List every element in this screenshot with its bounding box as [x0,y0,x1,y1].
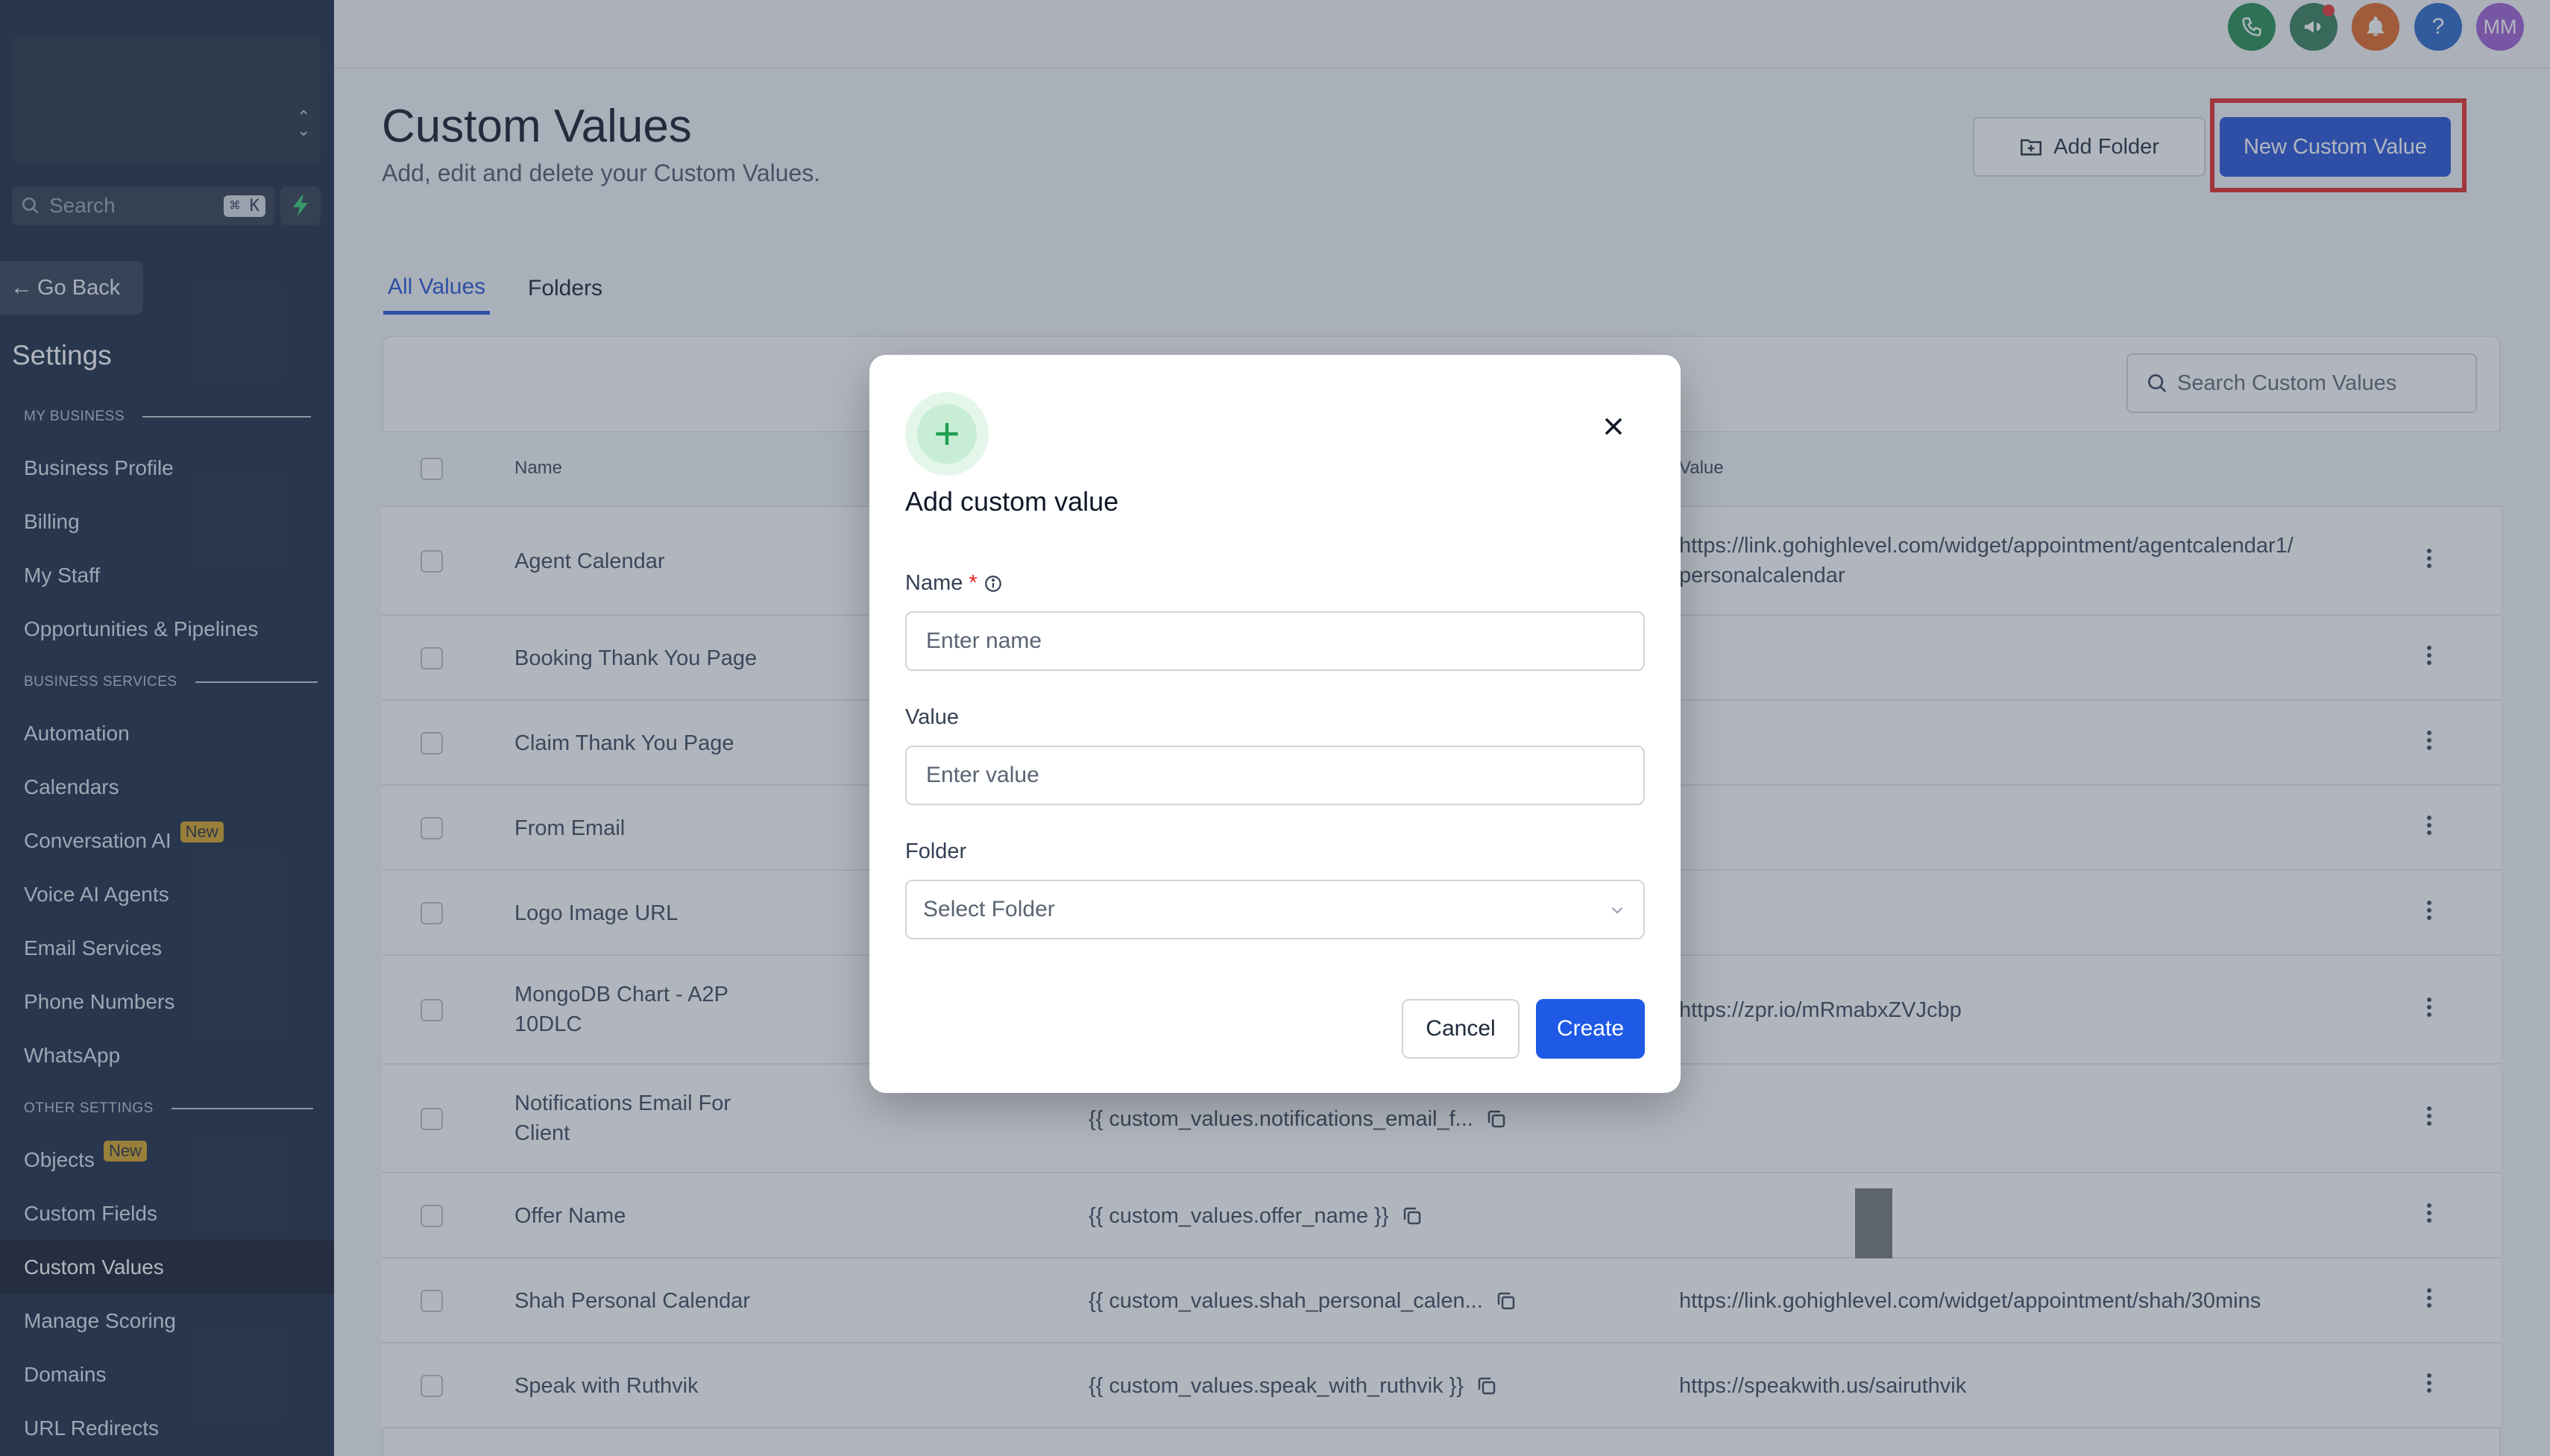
close-button[interactable] [1597,410,1630,443]
cancel-button[interactable]: Cancel [1402,999,1520,1059]
name-label-text: Name [905,571,963,595]
plus-icon-circle [917,404,977,464]
name-input-placeholder: Enter name [926,628,1042,653]
create-button[interactable]: Create [1536,999,1645,1059]
create-label: Create [1556,1016,1625,1041]
value-input[interactable]: Enter value [905,746,1645,805]
folder-label-text: Folder [905,839,967,863]
folder-select-placeholder: Select Folder [923,897,1055,921]
name-field-label: Name * [905,571,1003,596]
name-input[interactable]: Enter name [905,611,1645,671]
required-mark: * [969,571,978,595]
cancel-label: Cancel [1426,1016,1496,1041]
folder-select[interactable]: Select Folder [905,880,1645,939]
add-custom-value-modal: Add custom value Name * Enter name Value… [869,355,1681,1093]
modal-header-icon [905,392,989,476]
folder-field-label: Folder [905,839,966,864]
chevron-down-icon [1611,907,1623,914]
close-icon [1605,417,1622,435]
value-label-text: Value [905,705,960,729]
modal-title: Add custom value [905,486,1119,517]
value-field-label: Value [905,705,959,730]
info-icon[interactable] [983,574,1003,593]
plus-icon [936,423,958,445]
value-input-placeholder: Enter value [926,763,1039,787]
